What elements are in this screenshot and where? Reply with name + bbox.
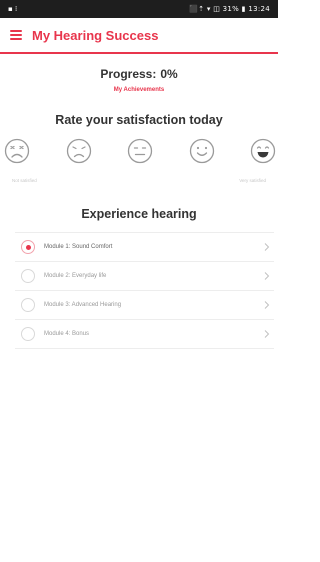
experience-title: Experience hearing: [81, 207, 197, 221]
progress-value: 0%: [160, 67, 178, 81]
scale-max-label: Very satisfied: [239, 178, 266, 183]
happy-face-icon[interactable]: [189, 138, 215, 164]
progress-label: Progress:: [100, 67, 157, 81]
achievements-link[interactable]: My Achievements: [0, 87, 278, 93]
module-item-3[interactable]: Module 3: Advanced Hearing: [15, 291, 274, 320]
chevron-right-icon: [264, 243, 270, 251]
status-right: ⬛⇡ ▾ ◫ 31% ▮ 13:24: [189, 5, 270, 13]
satisfaction-title: Rate your satisfaction today: [55, 113, 223, 127]
module-item-4[interactable]: Module 4: Bonus: [15, 320, 274, 349]
app-title: My Hearing Success: [32, 27, 159, 43]
very-happy-face-icon[interactable]: [250, 138, 276, 164]
satisfaction-scale: Not satisfied Very satisfied: [0, 178, 278, 183]
module-list: Module 1: Sound Comfort Module 2: Everyd…: [15, 232, 274, 349]
progress-summary: Progress: 0%: [0, 67, 278, 81]
module-radio-icon: [21, 298, 35, 312]
module-item-1[interactable]: Module 1: Sound Comfort: [15, 233, 274, 262]
chevron-right-icon: [264, 301, 270, 309]
unhappy-face-icon[interactable]: [66, 138, 92, 164]
module-radio-icon: [21, 327, 35, 341]
module-label: Module 4: Bonus: [44, 331, 90, 337]
module-item-2[interactable]: Module 2: Everyday life: [15, 262, 274, 291]
neutral-face-icon[interactable]: [127, 138, 153, 164]
chevron-right-icon: [264, 330, 270, 338]
app-bar: My Hearing Success: [0, 18, 278, 54]
module-label: Module 3: Advanced Hearing: [44, 302, 122, 308]
status-left: ▪ ⁞: [8, 5, 18, 13]
module-radio-icon: [21, 240, 35, 254]
menu-icon[interactable]: [10, 30, 22, 40]
scale-min-label: Not satisfied: [12, 178, 37, 183]
satisfaction-faces: [0, 138, 278, 164]
module-label: Module 1: Sound Comfort: [44, 244, 113, 250]
status-bar: ▪ ⁞ ⬛⇡ ▾ ◫ 31% ▮ 13:24: [0, 0, 278, 18]
chevron-right-icon: [264, 272, 270, 280]
module-radio-icon: [21, 269, 35, 283]
module-label: Module 2: Everyday life: [44, 273, 107, 279]
very-unhappy-face-icon[interactable]: [4, 138, 30, 164]
